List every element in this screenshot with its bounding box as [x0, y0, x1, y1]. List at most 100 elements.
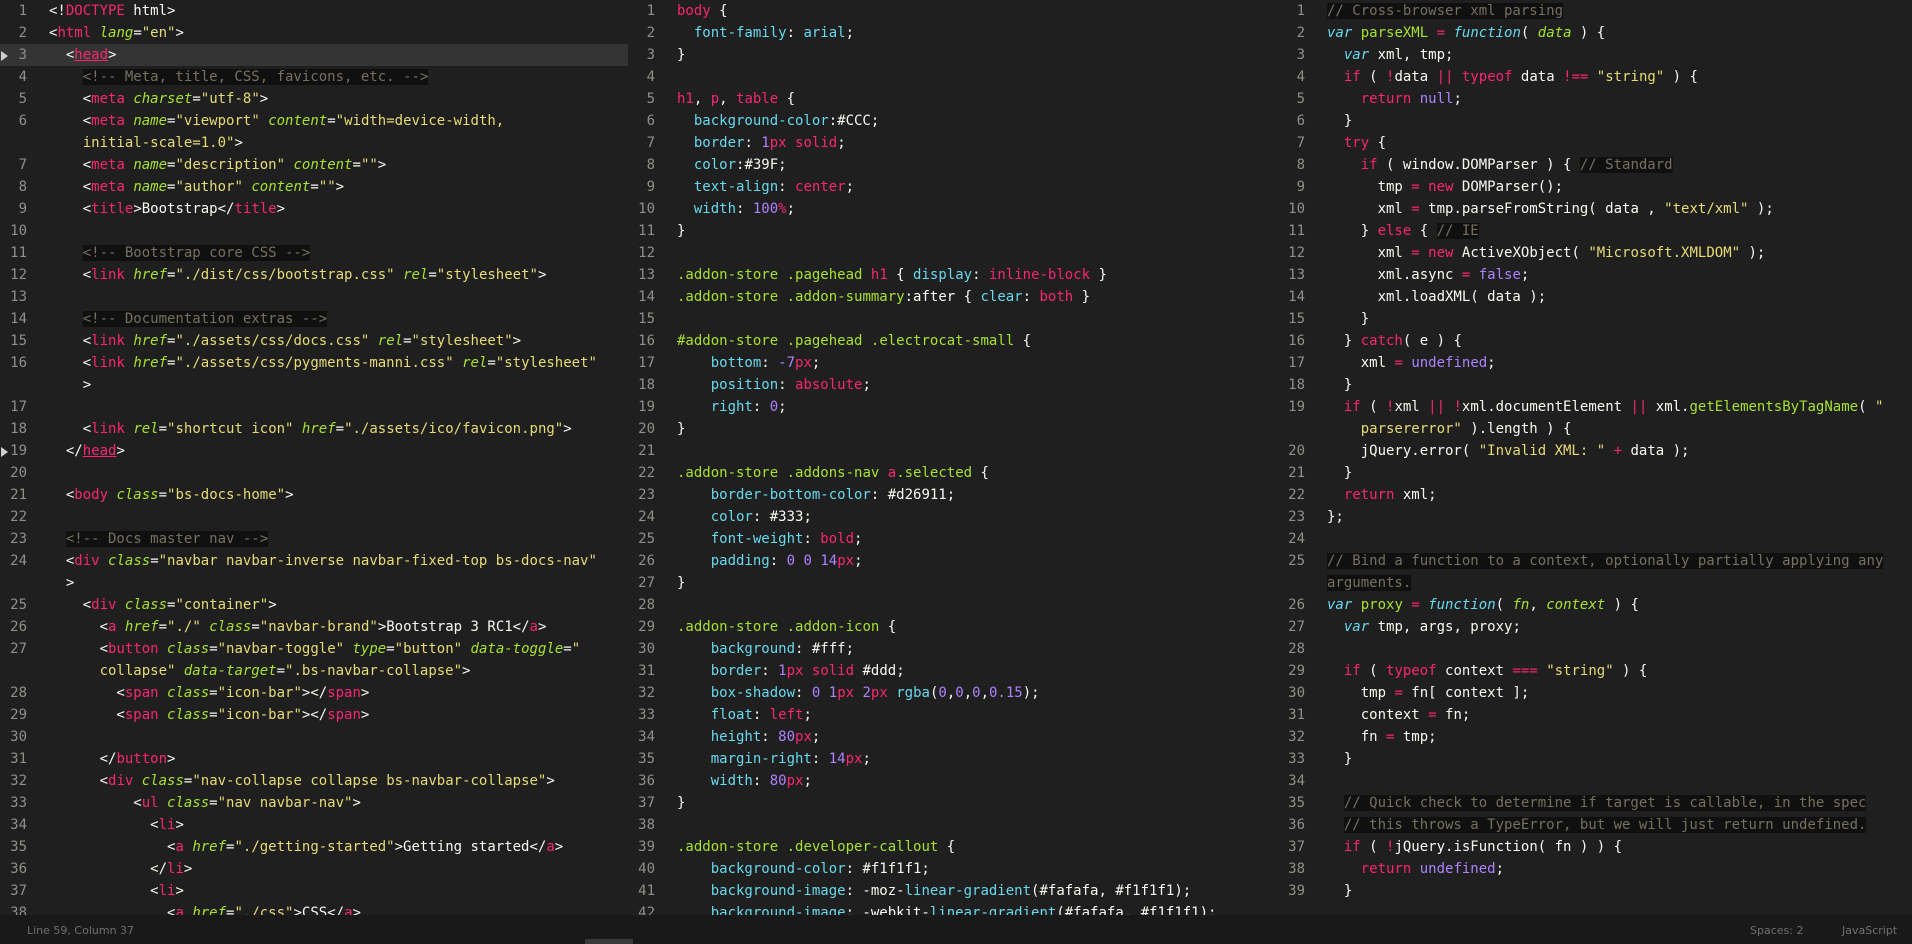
code-line[interactable]: 37}	[628, 792, 1278, 814]
code-line[interactable]: 15 <link href = "./assets/css/docs.css" re…	[0, 330, 628, 352]
code-line[interactable]: 26 padding: 0 0 14px;	[628, 550, 1278, 572]
code-line[interactable]: 18 }	[1278, 374, 1912, 396]
code-line[interactable]: 13	[0, 286, 628, 308]
code-line[interactable]: 8 if ( window.DOMParser ) { // Standard	[1278, 154, 1912, 176]
code-line[interactable]: 27}	[628, 572, 1278, 594]
code-line[interactable]: 31 </button>	[0, 748, 628, 770]
code-line[interactable]: 9 tmp = new DOMParser();	[1278, 176, 1912, 198]
code-line[interactable]: 33 }	[1278, 748, 1912, 770]
code-line[interactable]: 31 border: 1px solid #ddd;	[628, 660, 1278, 682]
code-line[interactable]: 19 right: 0;	[628, 396, 1278, 418]
code-line[interactable]: 21 <body class="bs-docs-home">	[0, 484, 628, 506]
code-line[interactable]: 38 <a href="./css">CSS</a>	[0, 902, 628, 915]
code-line[interactable]: 21 }	[1278, 462, 1912, 484]
code-line[interactable]: 5 return null;	[1278, 88, 1912, 110]
code-line[interactable]: 17 xml = undefined;	[1278, 352, 1912, 374]
code-line[interactable]: 13 xml.async = false;	[1278, 264, 1912, 286]
code-line[interactable]: 36 // this throws a TypeError, but we wi…	[1278, 814, 1912, 836]
code-line[interactable]: 4	[628, 66, 1278, 88]
code-line[interactable]: 7 try {	[1278, 132, 1912, 154]
code-line[interactable]: 11 <!-- Bootstrap core CSS -->	[0, 242, 628, 264]
editor-pane-html[interactable]: 1 <!DOCTYPE html> 2 <html lang="en"> 3 <head…	[0, 0, 628, 915]
code-line[interactable]: 16 #addon-store .pagehead .electrocat-sma…	[628, 330, 1278, 352]
code-line[interactable]: 15 }	[1278, 308, 1912, 330]
code-line[interactable]: 8 <meta name="author" content="">	[0, 176, 628, 198]
editor-pane-css[interactable]: 1 body {2 font-family: arial; 3} 4 5 h1, p, t…	[628, 0, 1278, 915]
code-line[interactable]: 1 body {	[628, 0, 1278, 22]
code-line[interactable]: 22 .addon-store .addons-nav a.selected {	[628, 462, 1278, 484]
code-line[interactable]: 7 <meta name="description" content="">	[0, 154, 628, 176]
code-line[interactable]: initial-scale=1.0">	[0, 132, 628, 154]
code-line[interactable]: 32 <div class="nav-collapse collapse bs-…	[0, 770, 628, 792]
code-line[interactable]: 23 <!-- Docs master nav -->	[0, 528, 628, 550]
code-line[interactable]: 20}	[628, 418, 1278, 440]
code-line[interactable]: 18 <link rel="shortcut icon" href="./ass…	[0, 418, 628, 440]
code-line[interactable]: 24 color: #333;	[628, 506, 1278, 528]
code-line[interactable]: 37 <li>	[0, 880, 628, 902]
code-line[interactable]: 17 bottom: -7px;	[628, 352, 1278, 374]
code-line[interactable]: 3 var xml, tmp;	[1278, 44, 1912, 66]
code-line[interactable]: 2 font-family: arial;	[628, 22, 1278, 44]
code-line[interactable]: 3}	[628, 44, 1278, 66]
code-line[interactable]: 7 border: 1px solid;	[628, 132, 1278, 154]
code-line[interactable]: 40 background-color: #f1f1f1;	[628, 858, 1278, 880]
code-line[interactable]: 30 background: #fff;	[628, 638, 1278, 660]
code-line[interactable]: 10	[0, 220, 628, 242]
code-line[interactable]: arguments.	[1278, 572, 1912, 594]
code-line[interactable]: 34 height: 80px;	[628, 726, 1278, 748]
code-line[interactable]: 35 margin-right: 14px;	[628, 748, 1278, 770]
code-line[interactable]: >	[0, 572, 628, 594]
code-line[interactable]: 11}	[628, 220, 1278, 242]
code-line[interactable]: 22	[0, 506, 628, 528]
code-line[interactable]: 27 var tmp, args, proxy;	[1278, 616, 1912, 638]
code-line[interactable]: 4 <!-- Meta, title, CSS, favicons, etc. …	[0, 66, 628, 88]
code-line[interactable]: 12 xml = new ActiveXObject( "Microsoft.X…	[1278, 242, 1912, 264]
code-line[interactable]: 13 .addon-store .pagehead h1 { display: i…	[628, 264, 1278, 286]
code-line[interactable]: 32 box-shadow: 0 1px 2px rgba(0,0,0,0.15…	[628, 682, 1278, 704]
code-line[interactable]: 14 .addon-store .addon-summary:after { cl…	[628, 286, 1278, 308]
code-line[interactable]: 22 return xml;	[1278, 484, 1912, 506]
code-line[interactable]: 18 position: absolute;	[628, 374, 1278, 396]
code-line[interactable]: 21	[628, 440, 1278, 462]
code-line[interactable]: 19 if ( !xml || !xml.documentElement || …	[1278, 396, 1912, 418]
code-line[interactable]: 24	[1278, 528, 1912, 550]
code-line[interactable]: 5 h1, p, table {	[628, 88, 1278, 110]
code-line[interactable]: 38 return undefined;	[1278, 858, 1912, 880]
code-line[interactable]: 25 font-weight: bold;	[628, 528, 1278, 550]
cursor-position[interactable]: Line 59, Column 37	[27, 924, 134, 937]
code-line[interactable]: 39 .addon-store .developer-callout {	[628, 836, 1278, 858]
code-line[interactable]: 28 <span class="icon-bar"></span>	[0, 682, 628, 704]
indentation-setting[interactable]: Spaces: 2	[1750, 924, 1803, 937]
code-line[interactable]: 32 fn = tmp;	[1278, 726, 1912, 748]
bookmark-arrow-icon[interactable]	[1, 447, 8, 457]
code-line[interactable]: 12 <link href = "./dist/css/bootstrap.css"…	[0, 264, 628, 286]
code-line[interactable]: 20 jQuery.error( "Invalid XML: " + data …	[1278, 440, 1912, 462]
code-line[interactable]: 28	[1278, 638, 1912, 660]
code-line[interactable]: 16 <link href = "./assets/css/pygments-man…	[0, 352, 628, 374]
code-line[interactable]: 9 <title>Bootstrap</title>	[0, 198, 628, 220]
code-line[interactable]: 8 color:#39F;	[628, 154, 1278, 176]
code-line[interactable]: 34	[1278, 770, 1912, 792]
code-line[interactable]: 29 .addon-store .addon-icon {	[628, 616, 1278, 638]
code-line[interactable]: collapse" data-target=".bs-navbar-collap…	[0, 660, 628, 682]
code-line[interactable]: 11 } else { // IE	[1278, 220, 1912, 242]
code-line[interactable]: 35 <a href="./getting-started">Getting s…	[0, 836, 628, 858]
code-line[interactable]: 36 </li>	[0, 858, 628, 880]
code-line[interactable]: 34 <li>	[0, 814, 628, 836]
code-line[interactable]: 2 var parseXML = function( data ) {	[1278, 22, 1912, 44]
code-line[interactable]: parsererror" ).length ) {	[1278, 418, 1912, 440]
code-line[interactable]: 36 width: 80px;	[628, 770, 1278, 792]
code-line[interactable]: 2 <html lang="en">	[0, 22, 628, 44]
code-line[interactable]: 15	[628, 308, 1278, 330]
code-line[interactable]: 23};	[1278, 506, 1912, 528]
code-line[interactable]: 10 xml = tmp.parseFromString( data , "te…	[1278, 198, 1912, 220]
code-line[interactable]: 12	[628, 242, 1278, 264]
code-line[interactable]: 14 xml.loadXML( data );	[1278, 286, 1912, 308]
code-line[interactable]: 41 background-image: -moz-linear-gradien…	[628, 880, 1278, 902]
code-line[interactable]: 5 <meta charset="utf-8">	[0, 88, 628, 110]
code-line[interactable]: 1 <!DOCTYPE html>	[0, 0, 628, 22]
code-line[interactable]: 4 if ( !data || typeof data !== "string"…	[1278, 66, 1912, 88]
code-line[interactable]: 29 <span class="icon-bar"></span>	[0, 704, 628, 726]
code-line[interactable]: 23 border-bottom-color: #d26911;	[628, 484, 1278, 506]
code-line[interactable]: 24 <div class="navbar navbar-inverse nav…	[0, 550, 628, 572]
